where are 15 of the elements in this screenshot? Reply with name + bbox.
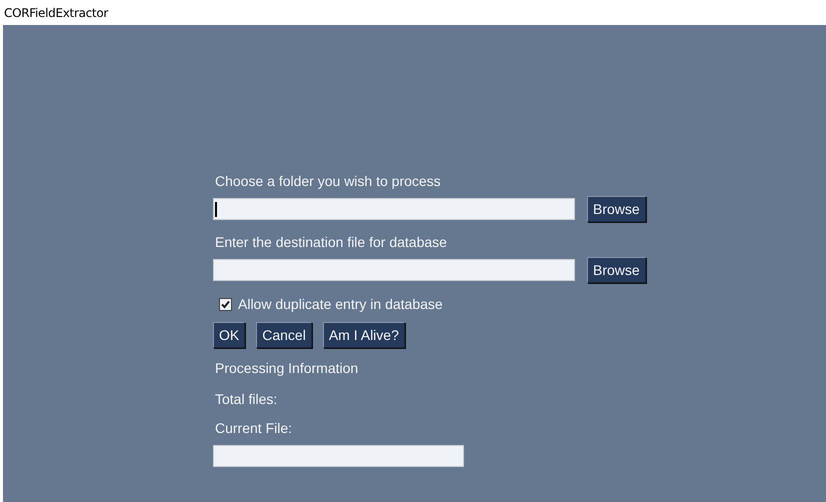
- action-button[interactable]: Am I Alive?: [322, 322, 405, 348]
- checkbox[interactable]: [219, 298, 232, 310]
- checkbox-label: Allow duplicate entry in database: [238, 296, 443, 312]
- window-title: CORFieldExtractor: [3, 4, 110, 22]
- browse-button[interactable]: Browse: [587, 257, 646, 283]
- field-label: Current File:: [214, 419, 294, 437]
- action-button[interactable]: OK: [213, 322, 246, 348]
- field-label: Choose a folder you wish to process: [214, 172, 442, 190]
- input-field[interactable]: [213, 198, 575, 220]
- section-heading: Processing Information: [214, 359, 360, 377]
- field-label: Total files:: [214, 390, 278, 408]
- input-field[interactable]: [213, 259, 575, 281]
- action-button[interactable]: Cancel: [256, 322, 312, 348]
- field-label: Enter the destination file for database: [214, 233, 448, 251]
- browse-button[interactable]: Browse: [587, 196, 646, 222]
